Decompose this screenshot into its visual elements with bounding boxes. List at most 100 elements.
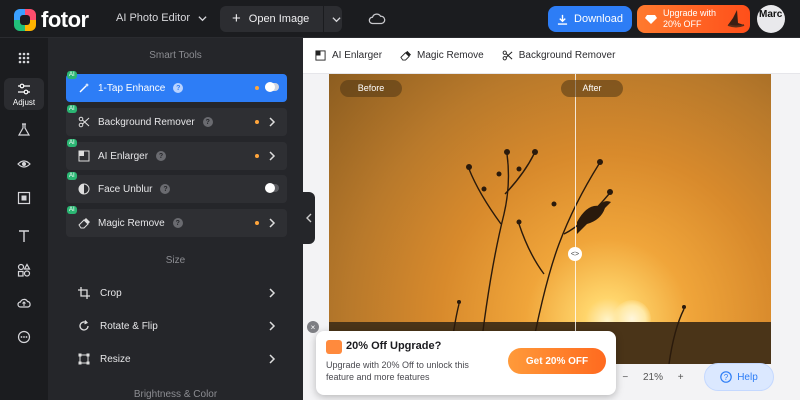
tool-resize[interactable]: Resize xyxy=(66,345,287,373)
tool-label: Crop xyxy=(100,287,122,299)
tool-background-remover[interactable]: AI Background Remover ? xyxy=(66,105,287,136)
upgrade-button[interactable]: Upgrade with 20% OFF xyxy=(637,5,750,33)
ai-badge: AI xyxy=(67,206,77,214)
tools-panel: Smart Tools AI 1-Tap Enhance ? AI Backgr… xyxy=(48,38,303,400)
rail-item-more[interactable] xyxy=(0,327,48,347)
ai-badge: AI xyxy=(67,71,77,79)
product-menu-label: AI Photo Editor xyxy=(116,12,190,24)
chevron-down-icon[interactable] xyxy=(332,15,341,24)
tool-label: Rotate & Flip xyxy=(100,320,158,332)
rail-item-templates[interactable] xyxy=(0,48,48,68)
zoom-value: 21% xyxy=(642,371,663,383)
status-dot xyxy=(255,86,259,90)
help-icon[interactable]: ? xyxy=(156,151,167,161)
size-title: Size xyxy=(165,255,186,266)
upgrade-line2: 20% OFF xyxy=(663,19,702,29)
help-label: Help xyxy=(737,371,758,383)
help-icon[interactable]: ? xyxy=(202,117,213,127)
open-image-button[interactable]: + Open Image xyxy=(220,6,342,32)
help-icon[interactable]: ? xyxy=(172,218,183,228)
tool-label: Face Unblur xyxy=(98,183,153,195)
chevron-right-icon xyxy=(269,218,276,228)
scissors-icon xyxy=(78,116,90,128)
download-icon xyxy=(557,14,568,25)
zoom-out-button[interactable]: − xyxy=(622,372,628,383)
witch-hat-icon xyxy=(727,10,745,28)
rail-item-adjust[interactable]: Adjust xyxy=(4,78,44,110)
cloud-upload-icon xyxy=(17,298,31,308)
before-label: Before xyxy=(340,80,402,97)
compare-slider-handle[interactable]: <> xyxy=(568,247,582,261)
enlarge-icon xyxy=(78,150,90,162)
tool-magic-remove[interactable]: AI Magic Remove ? xyxy=(66,206,287,237)
face-icon xyxy=(78,183,90,195)
tool-toggle[interactable] xyxy=(265,183,279,193)
avatar-text: Marc xyxy=(759,9,783,20)
rail-item-text[interactable] xyxy=(0,226,48,246)
tool-toggle[interactable] xyxy=(265,82,279,92)
smart-tools-title: Smart Tools xyxy=(149,50,202,61)
tool-label: 1-Tap Enhance xyxy=(98,82,166,94)
chevron-right-icon xyxy=(269,288,276,298)
crop-icon xyxy=(78,287,90,299)
chevron-right-icon xyxy=(269,321,276,331)
resize-icon xyxy=(78,353,90,365)
get-discount-button[interactable]: Get 20% OFF xyxy=(508,348,606,374)
toolbar-magic-remove[interactable]: Magic Remove xyxy=(400,50,484,61)
toolbar-label: Magic Remove xyxy=(417,50,484,61)
logo-text: fotor xyxy=(41,7,89,32)
toolbar-label: Background Remover xyxy=(518,50,616,61)
promo-text: Upgrade with 20% Off to unlock this feat… xyxy=(326,360,469,382)
canvas-toolbar: AI Enlarger Magic Remove Background Remo… xyxy=(303,38,800,74)
product-menu[interactable]: AI Photo Editor xyxy=(116,12,207,24)
chevron-down-icon xyxy=(198,15,207,21)
scissors-icon xyxy=(502,50,513,61)
toolbar-label: AI Enlarger xyxy=(332,50,383,61)
download-label: Download xyxy=(574,13,623,25)
rail-item-upload[interactable] xyxy=(0,293,48,313)
cloud-icon[interactable] xyxy=(368,10,386,28)
avatar[interactable]: Marc xyxy=(757,5,785,33)
tool-label: Resize xyxy=(100,353,131,365)
rail-item-frames[interactable] xyxy=(0,188,48,208)
enlarge-icon xyxy=(315,50,326,61)
tool-label: Background Remover xyxy=(98,116,195,128)
rotate-icon xyxy=(79,320,89,331)
status-dot xyxy=(255,221,259,225)
ai-badge: AI xyxy=(67,172,77,180)
divider xyxy=(323,6,325,32)
icon-rail: Adjust xyxy=(0,38,48,400)
frame-icon xyxy=(17,191,31,205)
help-button[interactable]: ? Help xyxy=(704,363,774,391)
plus-icon: + xyxy=(232,10,241,27)
zoom-in-button[interactable]: + xyxy=(678,372,684,383)
discount-badge-icon xyxy=(326,340,342,354)
tool-crop[interactable]: Crop xyxy=(66,279,287,307)
rail-item-elements[interactable] xyxy=(0,260,48,280)
tool-rotate-flip[interactable]: Rotate & Flip xyxy=(66,312,287,340)
tool-1-tap-enhance[interactable]: AI 1-Tap Enhance ? xyxy=(66,71,287,102)
close-icon[interactable]: × xyxy=(307,321,319,333)
magic-wand-icon xyxy=(79,83,89,93)
chevron-right-icon xyxy=(269,117,276,127)
fotor-logo[interactable]: fotor xyxy=(14,7,89,33)
rail-item-eye[interactable] xyxy=(0,154,48,174)
help-icon[interactable]: ? xyxy=(160,184,171,194)
tool-ai-enlarger[interactable]: AI AI Enlarger ? xyxy=(66,139,287,170)
more-icon xyxy=(17,330,31,344)
rail-item-beauty[interactable] xyxy=(0,120,48,140)
collapse-panel-handle[interactable] xyxy=(303,192,315,244)
rail-active-label: Adjust xyxy=(12,98,36,107)
toolbar-ai-enlarger[interactable]: AI Enlarger xyxy=(315,50,382,61)
zoom-control: − 21% + xyxy=(615,366,691,388)
compare-divider xyxy=(575,74,576,364)
plant-silhouette xyxy=(329,149,771,364)
toolbar-background-remover[interactable]: Background Remover xyxy=(502,50,616,61)
upgrade-text: Upgrade with 20% OFF xyxy=(663,8,716,30)
help-icon[interactable]: ? xyxy=(173,83,184,93)
tool-label: Magic Remove xyxy=(98,217,165,229)
flask-icon xyxy=(17,123,31,136)
tool-face-unblur[interactable]: AI Face Unblur ? xyxy=(66,172,287,203)
photo-preview[interactable]: <> xyxy=(329,74,771,364)
download-button[interactable]: Download xyxy=(548,6,632,32)
